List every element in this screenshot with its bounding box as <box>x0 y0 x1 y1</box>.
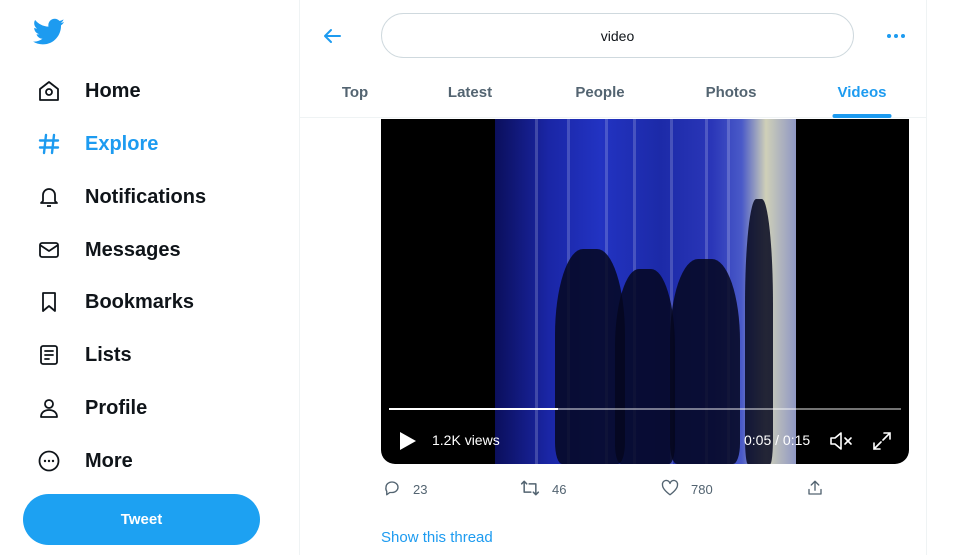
share-button[interactable] <box>806 477 824 501</box>
reply-count: 23 <box>413 481 428 497</box>
retweet-icon <box>520 479 540 500</box>
tab-label: People <box>575 83 625 101</box>
sidebar-item-label: Bookmarks <box>85 290 194 313</box>
sidebar-item-profile[interactable]: Profile <box>36 388 147 428</box>
person-icon <box>36 395 62 421</box>
like-button[interactable]: 780 <box>661 477 713 501</box>
sidebar-item-home[interactable]: Home <box>36 71 141 111</box>
mute-icon[interactable] <box>828 430 856 452</box>
twitter-logo-icon[interactable] <box>32 18 65 46</box>
retweet-button[interactable]: 46 <box>520 477 566 501</box>
share-icon <box>806 479 824 500</box>
sidebar-item-explore[interactable]: Explore <box>36 124 158 164</box>
fullscreen-icon[interactable] <box>871 430 893 452</box>
tab-photos[interactable]: Photos <box>686 66 776 118</box>
active-tab-indicator <box>832 114 892 118</box>
tab-top[interactable]: Top <box>320 66 390 118</box>
heart-icon <box>661 479 679 500</box>
hashtag-icon <box>36 131 62 157</box>
more-options-icon[interactable] <box>880 24 912 48</box>
main-column: video Top Latest People Photos Videos 1.… <box>299 0 927 555</box>
sidebar-item-label: Profile <box>85 396 148 419</box>
sidebar-item-label: Explore <box>85 132 159 155</box>
more-circle-icon <box>36 448 62 474</box>
sidebar-item-more[interactable]: More <box>36 441 133 481</box>
home-icon <box>36 78 62 104</box>
search-input[interactable]: video <box>381 13 854 58</box>
sidebar: Home Explore Notifications Messages Book… <box>0 0 280 555</box>
tab-label: Top <box>341 83 369 101</box>
video-progress-bar[interactable] <box>389 408 901 410</box>
sidebar-item-label: Lists <box>85 343 132 366</box>
search-tabs: Top Latest People Photos Videos <box>300 66 927 118</box>
sidebar-item-label: Notifications <box>85 185 207 208</box>
bookmark-icon <box>36 289 62 315</box>
sidebar-item-messages[interactable]: Messages <box>36 230 181 270</box>
show-thread-link[interactable]: Show this thread <box>381 529 493 546</box>
video-frame <box>495 119 796 464</box>
list-icon <box>36 342 62 368</box>
sidebar-item-lists[interactable]: Lists <box>36 335 132 375</box>
tweet-button[interactable]: Tweet <box>23 494 260 545</box>
tab-videos[interactable]: Videos <box>817 66 907 118</box>
view-count: 1.2K views <box>432 432 500 448</box>
sidebar-item-label: Messages <box>85 238 181 261</box>
play-icon[interactable] <box>398 430 418 452</box>
sidebar-item-label: More <box>85 449 133 472</box>
sidebar-item-bookmarks[interactable]: Bookmarks <box>36 282 194 322</box>
reply-icon <box>383 479 401 500</box>
tab-label: Videos <box>837 83 887 101</box>
tab-latest[interactable]: Latest <box>430 66 510 118</box>
video-time: 0:05 / 0:15 <box>744 432 811 448</box>
tab-label: Photos <box>705 83 757 101</box>
tab-label: Latest <box>447 83 493 101</box>
bell-icon <box>36 184 62 210</box>
back-arrow-icon[interactable] <box>320 24 344 48</box>
envelope-icon <box>36 237 62 263</box>
retweet-count: 46 <box>552 481 567 497</box>
tab-people[interactable]: People <box>555 66 645 118</box>
video-player[interactable]: 1.2K views 0:05 / 0:15 <box>381 119 909 464</box>
like-count: 780 <box>691 481 713 497</box>
sidebar-item-label: Home <box>85 79 141 102</box>
sidebar-item-notifications[interactable]: Notifications <box>36 177 206 217</box>
video-progress-fill <box>389 408 558 410</box>
reply-button[interactable]: 23 <box>383 477 427 501</box>
